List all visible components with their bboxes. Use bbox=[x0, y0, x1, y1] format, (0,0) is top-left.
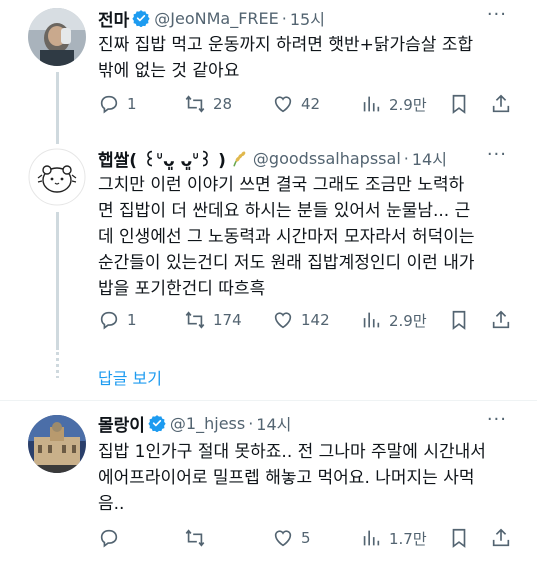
thread-line bbox=[56, 212, 59, 350]
views-button[interactable]: 2.9만 bbox=[360, 92, 427, 116]
more-options-icon[interactable]: ··· bbox=[487, 144, 507, 165]
reply-button[interactable]: 1 bbox=[98, 92, 137, 116]
show-replies-link[interactable]: 답글 보기 bbox=[98, 365, 162, 389]
timestamp[interactable]: 14시 bbox=[256, 411, 291, 435]
retweet-count: 174 bbox=[213, 311, 242, 329]
views-icon bbox=[363, 312, 380, 328]
views-icon bbox=[363, 96, 380, 112]
thread-line bbox=[56, 72, 59, 130]
rice-plant-icon bbox=[233, 151, 246, 167]
bookmark-icon bbox=[452, 310, 466, 330]
like-icon bbox=[274, 312, 292, 329]
views-count: 2.9만 bbox=[389, 311, 427, 330]
user-handle[interactable]: @JeoNMa_FREE bbox=[154, 9, 278, 28]
tweet-1[interactable]: 전마 @JeoNMa_FREE · 15시 ··· 진짜 집밥 먹고 운동까지 … bbox=[0, 0, 537, 130]
retweet-button[interactable] bbox=[184, 526, 213, 550]
tweet-2[interactable]: 햅쌀( ꒰ᐡᴗ͈ ᴗ͈ᐡ꒱ ) @goodssalhapssal · 14시 ·… bbox=[0, 130, 537, 350]
tweet-header: 전마 @JeoNMa_FREE · 15시 bbox=[98, 6, 325, 31]
action-bar: 1 28 42 2.9만 bbox=[98, 92, 518, 116]
retweet-icon bbox=[185, 95, 205, 113]
bookmark-button[interactable] bbox=[448, 308, 470, 332]
views-count: 1.7만 bbox=[389, 529, 427, 548]
retweet-icon bbox=[185, 311, 205, 329]
like-icon bbox=[274, 96, 292, 113]
display-name[interactable]: 전마 bbox=[98, 6, 129, 31]
reply-count: 1 bbox=[127, 311, 137, 329]
dot-separator: · bbox=[403, 148, 409, 168]
share-button[interactable] bbox=[490, 92, 512, 116]
reply-button[interactable] bbox=[98, 526, 127, 550]
retweet-icon bbox=[185, 529, 205, 547]
display-name[interactable]: 햅쌀( ꒰ᐡᴗ͈ ᴗ͈ᐡ꒱ ) bbox=[98, 146, 226, 171]
action-bar: 1 174 142 2.9만 bbox=[98, 308, 518, 332]
retweet-button[interactable]: 28 bbox=[184, 92, 232, 116]
more-options-icon[interactable]: ··· bbox=[487, 409, 507, 430]
like-count: 5 bbox=[301, 529, 311, 547]
like-icon bbox=[274, 530, 292, 547]
reply-icon bbox=[100, 95, 118, 114]
thread-dots bbox=[56, 352, 59, 378]
dot-separator: · bbox=[281, 8, 287, 28]
display-name[interactable]: 몰랑이 bbox=[98, 411, 145, 436]
tweet-text: 그치만 이런 이야기 쓰면 결국 그래도 조금만 노력하 면 집밥이 더 싼데요… bbox=[98, 175, 475, 299]
share-button[interactable] bbox=[490, 308, 512, 332]
like-button[interactable]: 42 bbox=[272, 92, 320, 116]
tweet-text: 집밥 1인가구 절대 못하죠.. 전 그나마 주말에 시간내서 에어프라이어로 … bbox=[98, 442, 486, 514]
bookmark-icon bbox=[452, 94, 466, 114]
like-count: 142 bbox=[301, 311, 330, 329]
share-icon bbox=[492, 310, 510, 329]
more-options-icon[interactable]: ··· bbox=[487, 4, 507, 25]
retweet-count: 28 bbox=[213, 95, 233, 113]
share-icon bbox=[492, 94, 510, 113]
bookmark-button[interactable] bbox=[448, 92, 470, 116]
avatar-jeonma[interactable] bbox=[28, 8, 86, 66]
tweet-header: 햅쌀( ꒰ᐡᴗ͈ ᴗ͈ᐡ꒱ ) @goodssalhapssal · 14시 bbox=[98, 146, 447, 171]
timestamp[interactable]: 15시 bbox=[290, 6, 325, 30]
views-icon bbox=[363, 530, 380, 546]
timestamp[interactable]: 14시 bbox=[412, 146, 447, 170]
views-button[interactable]: 2.9만 bbox=[360, 308, 427, 332]
views-button[interactable]: 1.7만 bbox=[360, 526, 427, 550]
like-button[interactable]: 5 bbox=[272, 526, 311, 550]
bookmark-button[interactable] bbox=[448, 526, 470, 550]
verified-badge-icon bbox=[148, 415, 166, 432]
verified-badge-icon bbox=[132, 10, 150, 27]
thread-line-top bbox=[56, 130, 59, 144]
reply-button[interactable]: 1 bbox=[98, 308, 137, 332]
reply-icon bbox=[100, 529, 118, 548]
reply-icon bbox=[100, 311, 118, 330]
tweet-header: 몰랑이 @1_hjess · 14시 bbox=[98, 411, 291, 436]
avatar-molangi[interactable] bbox=[28, 415, 86, 473]
action-bar: 5 1.7만 bbox=[98, 526, 518, 550]
reply-count: 1 bbox=[127, 95, 137, 113]
bookmark-icon bbox=[452, 528, 466, 548]
views-count: 2.9만 bbox=[389, 95, 427, 114]
thread-continuation: 답글 보기 bbox=[0, 350, 537, 402]
avatar-goodssalhapssal[interactable] bbox=[28, 148, 86, 206]
like-button[interactable]: 142 bbox=[272, 308, 330, 332]
share-button[interactable] bbox=[490, 526, 512, 550]
tweet-text: 진짜 집밥 먹고 운동까지 하려면 햇반+닭가슴살 조합 밖에 없는 것 같아요 bbox=[98, 35, 474, 81]
share-icon bbox=[492, 528, 510, 547]
dot-separator: · bbox=[248, 413, 254, 433]
retweet-button[interactable]: 174 bbox=[184, 308, 242, 332]
tweet-3[interactable]: 몰랑이 @1_hjess · 14시 ··· 집밥 1인가구 절대 못하죠.. … bbox=[0, 401, 537, 568]
user-handle[interactable]: @goodssalhapssal bbox=[253, 149, 401, 168]
like-count: 42 bbox=[301, 95, 321, 113]
user-handle[interactable]: @1_hjess bbox=[170, 414, 245, 433]
